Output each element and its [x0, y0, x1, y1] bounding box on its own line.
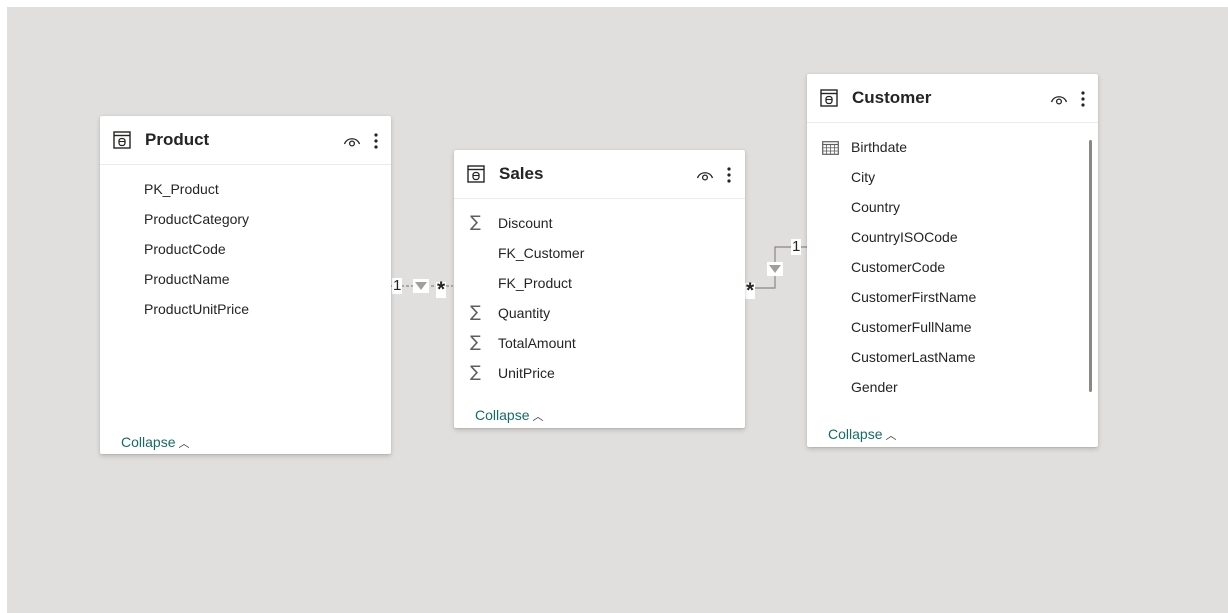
table-card-product[interactable]: Product PK_Product ProductCategory Produ… — [100, 116, 391, 454]
card-header[interactable]: Product — [100, 116, 391, 165]
sigma-icon: ∑ — [470, 332, 481, 351]
field-item[interactable]: ∑ TotalAmount — [454, 329, 745, 359]
collapse-label: Collapse — [828, 426, 883, 442]
model-canvas[interactable]: 1 * * 1 Product PK_Product ProductCatego… — [7, 7, 1228, 613]
field-name: Gender — [851, 379, 898, 395]
field-item[interactable]: CustomerFullName — [807, 313, 1098, 343]
field-name: FK_Product — [498, 275, 572, 291]
table-card-customer[interactable]: Customer Birthdate City Country CountryI… — [807, 74, 1098, 447]
calendar-icon — [822, 141, 839, 155]
table-title: Product — [145, 130, 210, 149]
more-options-icon[interactable] — [373, 132, 379, 150]
field-name: Birthdate — [851, 139, 908, 155]
chevron-up-icon: ︿ — [885, 430, 897, 442]
field-item[interactable]: ∑ Quantity — [454, 299, 745, 329]
field-item[interactable]: City — [807, 163, 1098, 193]
field-name: TotalAmount — [498, 335, 576, 351]
field-item[interactable]: Birthdate — [807, 133, 1098, 163]
field-name: CustomerCode — [851, 259, 946, 275]
table-icon — [820, 89, 838, 107]
eye-icon[interactable] — [1050, 92, 1068, 106]
chevron-up-icon: ︿ — [178, 438, 190, 450]
sigma-icon: ∑ — [470, 212, 481, 231]
collapse-label: Collapse — [121, 434, 176, 450]
field-name: PK_Product — [144, 181, 219, 197]
table-icon — [113, 131, 131, 149]
field-item[interactable]: ∑ UnitPrice — [454, 359, 745, 389]
field-name: CustomerLastName — [851, 349, 976, 365]
filter-arrow-icon[interactable] — [767, 262, 783, 276]
field-item[interactable]: FK_Product — [454, 269, 745, 299]
chevron-up-icon: ︿ — [532, 411, 544, 423]
field-name: FK_Customer — [498, 245, 585, 261]
relationship-cardinality-many[interactable]: * — [745, 280, 756, 301]
field-item[interactable]: CountryISOCode — [807, 223, 1098, 253]
collapse-button[interactable]: Collapse ︿ — [121, 434, 189, 451]
relationship-cardinality-one[interactable]: 1 — [392, 278, 403, 294]
field-item[interactable]: Gender — [807, 373, 1098, 403]
sigma-icon: ∑ — [470, 362, 481, 381]
card-header[interactable]: Sales — [454, 150, 745, 199]
field-name: UnitPrice — [498, 365, 555, 381]
eye-icon[interactable] — [696, 168, 714, 182]
sigma-icon: ∑ — [470, 302, 481, 321]
field-item[interactable]: FK_Customer — [454, 239, 745, 269]
field-item[interactable]: ProductCode — [100, 235, 391, 265]
relationship-cardinality-one[interactable]: 1 — [791, 239, 802, 255]
card-header[interactable]: Customer — [807, 74, 1098, 123]
field-item[interactable]: CustomerCode — [807, 253, 1098, 283]
field-name: CustomerFirstName — [851, 289, 977, 305]
field-name: City — [851, 169, 876, 185]
field-list-scrollbar[interactable] — [1089, 140, 1092, 392]
table-card-sales[interactable]: Sales ∑ Discount FK_Customer FK_Product — [454, 150, 745, 428]
collapse-button[interactable]: Collapse ︿ — [828, 426, 896, 443]
field-item[interactable]: ProductCategory — [100, 205, 391, 235]
field-item[interactable]: ProductName — [100, 265, 391, 295]
field-item[interactable]: CustomerFirstName — [807, 283, 1098, 313]
field-name: Quantity — [498, 305, 551, 321]
table-icon — [467, 165, 485, 183]
eye-icon[interactable] — [343, 134, 361, 148]
field-name: ProductName — [144, 271, 230, 287]
field-name: Discount — [498, 215, 553, 231]
collapse-button[interactable]: Collapse ︿ — [475, 407, 543, 424]
more-options-icon[interactable] — [1080, 90, 1086, 108]
field-name: CountryISOCode — [851, 229, 958, 245]
field-item[interactable]: ProductUnitPrice — [100, 295, 391, 325]
relationship-cardinality-many[interactable]: * — [436, 279, 447, 300]
more-options-icon[interactable] — [726, 166, 732, 184]
field-item[interactable]: ∑ Discount — [454, 209, 745, 239]
field-name: ProductCode — [144, 241, 226, 257]
field-item[interactable]: PK_Product — [100, 175, 391, 205]
filter-arrow-icon[interactable] — [413, 279, 429, 293]
table-title: Customer — [852, 88, 932, 107]
field-item[interactable]: Country — [807, 193, 1098, 223]
field-name: ProductUnitPrice — [144, 301, 250, 317]
table-title: Sales — [499, 164, 544, 183]
collapse-label: Collapse — [475, 407, 530, 423]
field-name: ProductCategory — [144, 211, 250, 227]
field-item[interactable]: CustomerLastName — [807, 343, 1098, 373]
field-name: CustomerFullName — [851, 319, 972, 335]
field-name: Country — [851, 199, 901, 215]
